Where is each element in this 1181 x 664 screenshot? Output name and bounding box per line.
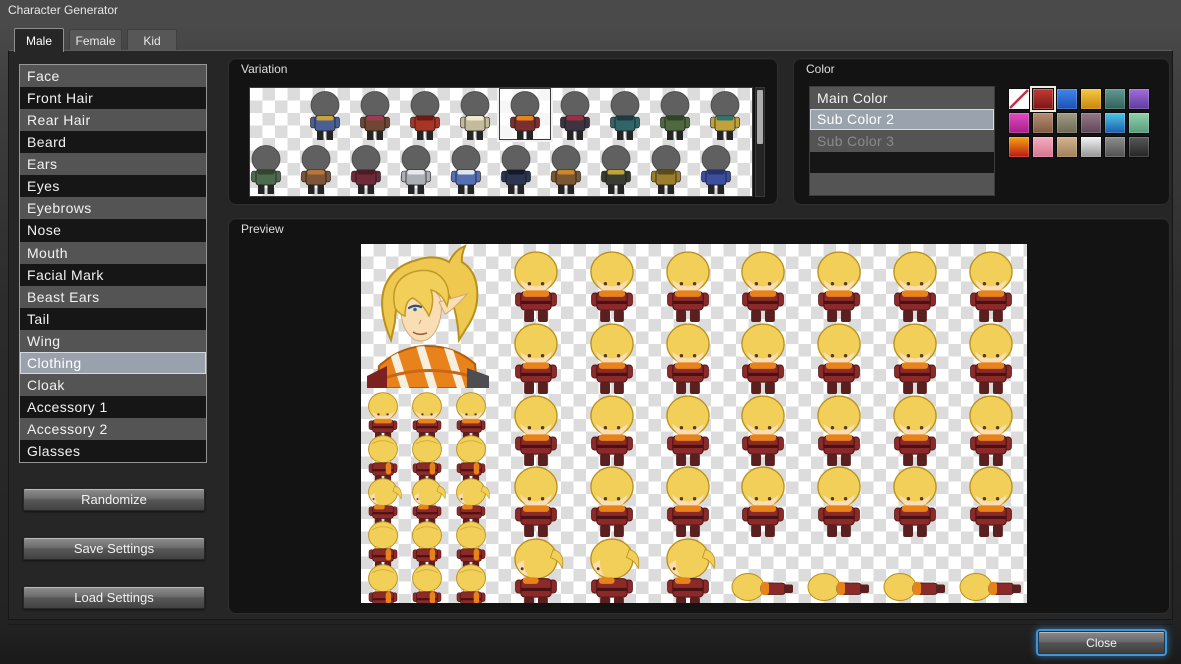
variation-title: Variation [241,62,287,76]
color-swatch-gold[interactable] [1080,88,1102,110]
variation-thumbnail-area [249,87,753,197]
color-swatch-red[interactable] [1032,88,1054,110]
load-settings-button[interactable]: Load Settings [23,586,205,609]
footer-separator [8,624,1173,625]
variation-thumbnail[interactable] [544,144,588,196]
color-swatch-tan[interactable] [1032,112,1054,134]
color-option-empty-row [810,173,994,195]
variation-thumbnail[interactable] [503,90,547,142]
close-button[interactable]: Close [1038,631,1165,654]
color-option-item[interactable]: Main Color [810,87,994,109]
color-swatch-blue[interactable] [1056,88,1078,110]
window-title: Character Generator [8,3,118,17]
preview-face-portrait [361,244,494,393]
color-swatch-seafoam[interactable] [1128,112,1150,134]
preview-sprite-down [728,567,798,603]
color-option-item[interactable]: Sub Color 2 [810,109,994,131]
parts-list-item[interactable]: Cloak [20,374,206,396]
preview-sprite-down [956,567,1026,603]
parts-list-item[interactable]: Mouth [20,242,206,264]
variation-thumbnail[interactable] [703,90,747,142]
parts-list-item[interactable]: Front Hair [20,87,206,109]
variation-thumbnail[interactable] [603,90,647,142]
variation-thumbnail[interactable] [494,144,538,196]
variation-thumbnail[interactable] [294,144,338,196]
variation-thumbnail[interactable] [394,144,438,196]
color-option-empty-row [810,152,994,174]
color-swatch-magenta[interactable] [1008,112,1030,134]
color-swatch-silver[interactable] [1080,136,1102,158]
parts-list-item[interactable]: Clothing [20,352,206,374]
parts-list-item[interactable]: Nose [20,219,206,241]
preview-sprite-big [507,535,565,603]
color-swatch-cyan-blue[interactable] [1104,112,1126,134]
parts-list-item[interactable]: Beard [20,131,206,153]
tab-female[interactable]: Female [69,29,122,51]
tab-male[interactable]: Male [14,28,64,52]
preview-sprite-small [451,562,491,603]
variation-thumbnail[interactable] [653,90,697,142]
preview-groupbox: Preview [228,218,1170,614]
color-swatch-teal[interactable] [1104,88,1126,110]
parts-list-item[interactable]: Rear Hair [20,109,206,131]
variation-thumbnail[interactable] [553,90,597,142]
color-swatch-charcoal[interactable] [1128,136,1150,158]
variation-thumbnail[interactable] [249,144,288,196]
preview-sprite-down [880,567,950,603]
variation-thumbnail[interactable] [344,144,388,196]
preview-sprite-small [363,562,403,603]
save-settings-button[interactable]: Save Settings [23,537,205,560]
variation-thumbnail[interactable] [644,144,688,196]
scrollbar-thumb[interactable] [757,90,763,144]
variation-thumbnail[interactable] [303,90,347,142]
color-swatch-purple[interactable] [1128,88,1150,110]
color-palette [1008,88,1154,158]
preview-sheet [361,244,1027,603]
variation-thumbnail[interactable] [444,144,488,196]
variation-groupbox: Variation [228,58,778,205]
parts-list-item[interactable]: Eyes [20,175,206,197]
parts-list-item[interactable]: Accessory 1 [20,396,206,418]
parts-list-item[interactable]: Accessory 2 [20,418,206,440]
parts-list: FaceFront HairRear HairBeardEarsEyesEyeb… [19,64,207,463]
variation-scrollbar[interactable] [755,87,765,197]
color-option-list: Main ColorSub Color 2Sub Color 3 [809,86,995,196]
color-swatch-olive[interactable] [1056,112,1078,134]
color-swatch-beige[interactable] [1056,136,1078,158]
parts-list-item[interactable]: Tail [20,308,206,330]
preview-sprite-big [810,463,868,550]
randomize-button[interactable]: Randomize [23,488,205,511]
color-swatch-gray[interactable] [1104,136,1126,158]
preview-sprite-big [583,535,641,603]
preview-sprite-big [734,463,792,550]
variation-thumbnail[interactable] [594,144,638,196]
color-swatch-mauve[interactable] [1080,112,1102,134]
color-swatch-orange-red[interactable] [1008,136,1030,158]
window-titlebar[interactable]: Character Generator [0,0,1181,22]
parts-list-item[interactable]: Eyebrows [20,197,206,219]
tab-kid[interactable]: Kid [127,29,177,51]
parts-list-item[interactable]: Facial Mark [20,264,206,286]
parts-list-item[interactable]: Ears [20,153,206,175]
preview-sprite-big [962,463,1020,550]
color-swatch-pink[interactable] [1032,136,1054,158]
parts-list-item[interactable]: Wing [20,330,206,352]
parts-list-item[interactable]: Face [20,65,206,87]
preview-sprite-big [886,463,944,550]
variation-thumbnail[interactable] [694,144,738,196]
variation-thumbnail[interactable] [353,90,397,142]
parts-list-item[interactable]: Glasses [20,440,206,462]
preview-sprite-big [659,535,717,603]
color-title: Color [806,62,835,76]
generator-pane: FaceFront HairRear HairBeardEarsEyesEyeb… [8,50,1173,620]
preview-sprite-down [804,567,874,603]
color-swatch-none[interactable] [1008,88,1030,110]
variation-thumbnail[interactable] [403,90,447,142]
color-groupbox: Color Main ColorSub Color 2Sub Color 3 [793,58,1170,205]
color-option-item[interactable]: Sub Color 3 [810,130,994,152]
parts-list-item[interactable]: Beast Ears [20,286,206,308]
preview-title: Preview [241,222,284,236]
preview-sprite-small [407,562,447,603]
variation-thumbnail[interactable] [453,90,497,142]
